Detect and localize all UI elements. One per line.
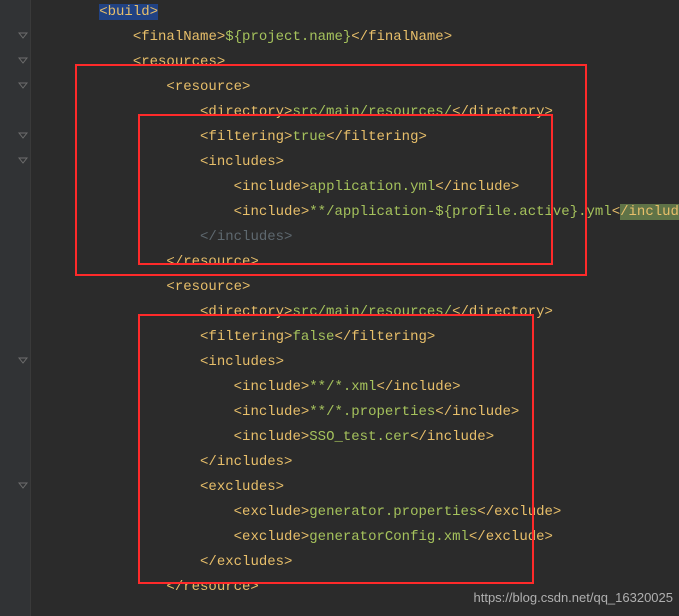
fold-toggle-icon[interactable] <box>18 132 28 142</box>
xml-tag: <includes> <box>200 154 284 170</box>
xml-tag: <directory> <box>200 304 292 320</box>
fold-toggle-icon[interactable] <box>18 157 28 167</box>
xml-tag: </directory> <box>452 104 553 120</box>
xml-text: src/main/resources/ <box>292 304 452 320</box>
xml-tag: </directory> <box>452 304 553 320</box>
xml-tag: <finalName> <box>133 29 225 45</box>
code-line[interactable]: <includes> <box>32 350 679 375</box>
xml-tag: <filtering> <box>200 129 292 145</box>
code-line[interactable]: <include>**/*.properties</include> <box>32 400 679 425</box>
code-area: <build> <finalName>${project.name}</fina… <box>30 0 679 600</box>
code-line[interactable]: <resource> <box>32 75 679 100</box>
xml-tag: </exclude> <box>469 529 553 545</box>
xml-tag: <filtering> <box>200 329 292 345</box>
code-line[interactable]: <include>SSO_test.cer</include> <box>32 425 679 450</box>
xml-text: false <box>292 329 334 345</box>
watermark: https://blog.csdn.net/qq_16320025 <box>474 585 674 610</box>
xml-tag: <exclude> <box>234 529 310 545</box>
code-line[interactable]: </resource> <box>32 250 679 275</box>
xml-tag: /include <box>620 204 679 220</box>
xml-text: generator.properties <box>309 504 477 520</box>
xml-tag: <resources> <box>133 54 225 70</box>
xml-tag: <includes> <box>200 354 284 370</box>
code-line[interactable]: <include>application.yml</include> <box>32 175 679 200</box>
xml-tag: </exclude> <box>477 504 561 520</box>
xml-tag: </include> <box>410 429 494 445</box>
fold-toggle-icon[interactable] <box>18 57 28 67</box>
xml-text: src/main/resources/ <box>292 104 452 120</box>
xml-text: application.yml <box>309 179 435 195</box>
code-line[interactable]: <excludes> <box>32 475 679 500</box>
code-line[interactable]: </includes> <box>32 450 679 475</box>
xml-text: **/application-${profile.active}.yml <box>309 204 611 220</box>
code-line[interactable]: <include>**/*.xml</include> <box>32 375 679 400</box>
fold-toggle-icon[interactable] <box>18 82 28 92</box>
xml-tag: <include> <box>234 429 310 445</box>
xml-tag: <include> <box>234 204 310 220</box>
xml-tag: <exclude> <box>234 504 310 520</box>
xml-tag: </include> <box>435 404 519 420</box>
xml-tag: <build> <box>99 4 158 20</box>
xml-tag: </excludes> <box>200 554 292 570</box>
xml-text: ${project.name} <box>225 29 351 45</box>
xml-tag: <directory> <box>200 104 292 120</box>
xml-tag: </include> <box>435 179 519 195</box>
fold-toggle-icon[interactable] <box>18 32 28 42</box>
code-line[interactable]: <exclude>generatorConfig.xml</exclude> <box>32 525 679 550</box>
code-line[interactable]: <finalName>${project.name}</finalName> <box>32 25 679 50</box>
code-line[interactable]: <directory>src/main/resources/</director… <box>32 300 679 325</box>
code-line[interactable]: <includes> <box>32 150 679 175</box>
xml-tag: <include> <box>234 179 310 195</box>
editor-gutter <box>0 0 31 616</box>
code-line[interactable]: <resource> <box>32 275 679 300</box>
xml-text: true <box>292 129 326 145</box>
xml-tag: </finalName> <box>351 29 452 45</box>
xml-tag: </resource> <box>166 254 258 270</box>
code-line[interactable]: </excludes> <box>32 550 679 575</box>
xml-tag: </resource> <box>166 579 258 595</box>
xml-text: **/*.xml <box>309 379 376 395</box>
xml-tag: </filtering> <box>326 129 427 145</box>
xml-text: generatorConfig.xml <box>309 529 469 545</box>
xml-tag: <resource> <box>166 79 250 95</box>
code-line[interactable]: <resources> <box>32 50 679 75</box>
code-line[interactable]: <filtering>true</filtering> <box>32 125 679 150</box>
xml-text: **/*.properties <box>309 404 435 420</box>
xml-text: SSO_test.cer <box>309 429 410 445</box>
code-line[interactable]: <include>**/application-${profile.active… <box>32 200 679 225</box>
code-line[interactable]: <filtering>false</filtering> <box>32 325 679 350</box>
xml-tag: </includes> <box>200 454 292 470</box>
xml-tag: </filtering> <box>334 329 435 345</box>
fold-toggle-icon[interactable] <box>18 357 28 367</box>
code-line[interactable]: <build> <box>32 0 679 25</box>
code-line[interactable]: </includes> <box>32 225 679 250</box>
xml-tag: <resource> <box>166 279 250 295</box>
xml-tag: <include> <box>234 404 310 420</box>
xml-tag: <excludes> <box>200 479 284 495</box>
fold-toggle-icon[interactable] <box>18 482 28 492</box>
code-line[interactable]: <directory>src/main/resources/</director… <box>32 100 679 125</box>
xml-tag: </include> <box>376 379 460 395</box>
xml-tag: <include> <box>234 379 310 395</box>
code-line[interactable]: <exclude>generator.properties</exclude> <box>32 500 679 525</box>
xml-text: </includes> <box>200 229 292 245</box>
xml-tag: < <box>612 204 620 220</box>
